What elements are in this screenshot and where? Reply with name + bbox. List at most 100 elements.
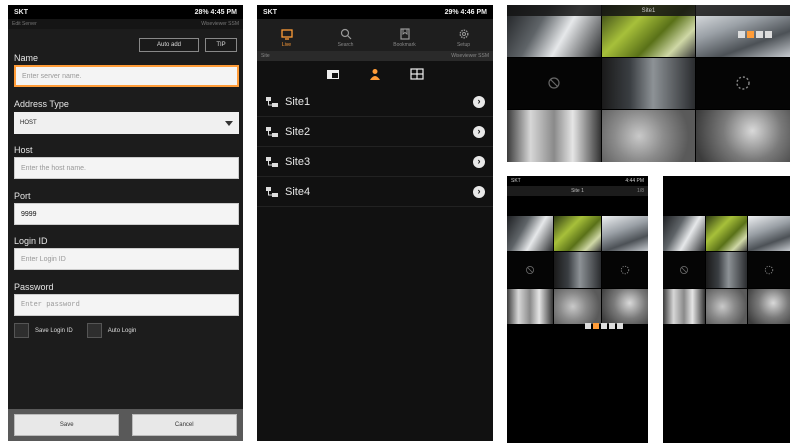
layout-selector <box>585 323 623 329</box>
action-bar: Save Cancel <box>8 409 243 441</box>
camera-tile[interactable] <box>507 110 601 162</box>
site-item[interactable]: Site4 › <box>257 177 493 207</box>
tab-bookmark[interactable]: Bookmark <box>385 28 425 48</box>
grid-view-icon[interactable] <box>410 67 424 81</box>
camera-tile[interactable] <box>601 288 648 324</box>
loading-spinner-icon <box>736 76 750 91</box>
tab-live-label: Live <box>281 42 292 48</box>
address-type-select[interactable]: HOST <box>14 112 239 134</box>
auto-login-label: Auto Login <box>107 327 137 334</box>
site-item[interactable]: Site3 › <box>257 147 493 177</box>
layout-1-icon[interactable] <box>738 31 745 38</box>
site-name: Site1 <box>285 95 311 108</box>
layout-16-icon[interactable] <box>765 31 772 38</box>
camera-tile[interactable] <box>663 252 705 288</box>
cancel-button[interactable]: Cancel <box>131 414 237 436</box>
tab-setup-label: Setup <box>456 42 471 48</box>
camera-grid <box>663 216 790 324</box>
save-button[interactable]: Save <box>14 414 120 436</box>
status-time: 4:44 PM <box>625 178 644 184</box>
camera-tile[interactable] <box>507 252 554 288</box>
live-title: Site1 <box>641 7 656 14</box>
chevron-right-icon[interactable]: › <box>473 95 485 108</box>
camera-tile[interactable] <box>554 252 601 288</box>
camera-tile[interactable] <box>663 288 705 324</box>
camera-tile[interactable] <box>554 288 601 324</box>
chevron-right-icon[interactable]: › <box>473 185 485 198</box>
auto-login-checkbox[interactable] <box>86 323 102 338</box>
bookmark-icon <box>399 28 410 40</box>
login-id-input[interactable]: Enter Login ID <box>14 248 239 270</box>
site-tree-icon <box>266 156 278 167</box>
camera-tile[interactable] <box>507 216 554 252</box>
folder-view-icon[interactable] <box>326 67 340 81</box>
camera-tile[interactable] <box>601 57 696 110</box>
tab-live[interactable]: Live <box>267 28 307 48</box>
tab-search-label: Search <box>337 42 354 48</box>
name-input[interactable]: Enter server name. <box>14 65 239 87</box>
layout-1-icon[interactable] <box>585 323 591 329</box>
address-type-label: Address Type <box>14 99 69 109</box>
dropdown-caret-icon <box>225 120 233 126</box>
camera-tile[interactable] <box>705 216 748 252</box>
camera-tile[interactable] <box>705 252 748 288</box>
site-name: Site2 <box>285 125 311 138</box>
status-carrier: SKT <box>263 8 277 16</box>
chevron-right-icon[interactable]: › <box>473 125 485 138</box>
camera-tile[interactable] <box>507 288 554 324</box>
auto-add-button[interactable]: Auto add <box>139 38 199 52</box>
camera-tile[interactable] <box>601 110 696 162</box>
camera-tile[interactable] <box>705 288 748 324</box>
camera-tile[interactable] <box>663 216 705 252</box>
status-bar: SKT 29% 4:46 PM <box>257 5 493 19</box>
loading-spinner-icon <box>620 265 629 275</box>
layout-4-icon[interactable] <box>747 31 754 38</box>
camera-tile[interactable] <box>748 252 790 288</box>
camera-tile[interactable] <box>696 110 790 162</box>
live-view-landscape: Site1 <box>507 5 790 162</box>
site-list-screen: SKT 29% 4:46 PM Live Search Bookmark Set… <box>257 5 493 441</box>
camera-tile[interactable] <box>554 216 601 252</box>
layout-4-icon[interactable] <box>593 323 599 329</box>
camera-tile[interactable] <box>601 252 648 288</box>
port-input[interactable]: 9999 <box>14 203 239 225</box>
camera-tile[interactable] <box>507 57 601 110</box>
site-item[interactable]: Site2 › <box>257 117 493 147</box>
app-name: Wiseviewer SSM <box>201 21 239 27</box>
screen-title: Edit Server <box>12 21 37 27</box>
site-bar: Site Wiseviewer SSM <box>257 51 493 61</box>
title-bar: Edit Server Wiseviewer SSM <box>8 19 243 29</box>
host-input[interactable]: Enter the host name. <box>14 157 239 179</box>
site-bar-app: Wiseviewer SSM <box>451 53 489 59</box>
tip-button[interactable]: TIP <box>205 38 237 52</box>
camera-tile[interactable] <box>748 288 790 324</box>
chevron-right-icon[interactable]: › <box>473 155 485 168</box>
name-label: Name <box>14 53 39 63</box>
status-battery: 28% <box>194 8 209 16</box>
site-name: Site4 <box>285 185 311 198</box>
layout-9-icon[interactable] <box>601 323 607 329</box>
tab-setup[interactable]: Setup <box>444 28 484 48</box>
tab-search[interactable]: Search <box>326 28 366 48</box>
site-bar-title: Site <box>261 53 270 59</box>
no-signal-icon <box>526 265 535 274</box>
site-item[interactable]: Site1 › <box>257 87 493 117</box>
login-id-label: Login ID <box>14 236 48 246</box>
layout-16-icon[interactable] <box>609 323 615 329</box>
live-title-bar: Site1 <box>507 5 790 16</box>
camera-tile[interactable] <box>696 57 790 110</box>
site-tree-icon <box>266 186 278 197</box>
layout-9-icon[interactable] <box>756 31 763 38</box>
password-input[interactable]: Enter password <box>14 294 239 316</box>
save-login-id-label: Save Login ID <box>35 327 73 334</box>
camera-tile[interactable] <box>601 216 648 252</box>
no-signal-icon <box>679 265 688 274</box>
layout-custom-icon[interactable] <box>617 323 623 329</box>
user-view-icon[interactable] <box>368 67 382 81</box>
camera-tile[interactable] <box>748 216 790 252</box>
gear-icon <box>459 29 468 39</box>
site-tree-icon <box>266 96 278 107</box>
loading-spinner-icon <box>764 265 774 275</box>
save-login-id-checkbox[interactable] <box>14 323 29 338</box>
edit-server-screen: SKT 28% 4:45 PM Edit Server Wiseviewer S… <box>8 5 243 441</box>
